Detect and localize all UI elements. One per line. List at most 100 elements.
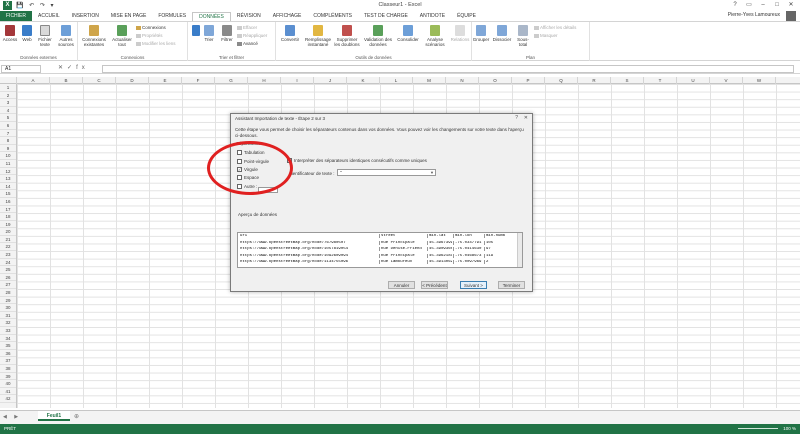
column-header[interactable]: T bbox=[644, 77, 677, 84]
help-icon[interactable]: ? bbox=[515, 115, 518, 121]
access-button[interactable]: Access bbox=[1, 25, 19, 42]
column-header[interactable]: A bbox=[17, 77, 50, 84]
column-header[interactable]: R bbox=[578, 77, 611, 84]
formula-input[interactable] bbox=[102, 65, 794, 73]
row-header[interactable]: 6 bbox=[0, 122, 16, 130]
row-header[interactable]: 2 bbox=[0, 92, 16, 100]
sheet-tab-feuil1[interactable]: Feuil1 bbox=[38, 411, 70, 421]
row-header[interactable]: 10 bbox=[0, 152, 16, 160]
row-header[interactable]: 4 bbox=[0, 107, 16, 115]
text-file-button[interactable]: Fichier texte bbox=[36, 25, 54, 47]
properties-button[interactable]: Propriétés bbox=[136, 33, 163, 38]
previous-button[interactable]: < Précédent bbox=[421, 281, 448, 289]
row-header[interactable]: 8 bbox=[0, 137, 16, 145]
user-name[interactable]: Pierre-Yves Lamoureux bbox=[728, 12, 780, 18]
text-to-columns-button[interactable]: Convertir bbox=[278, 25, 302, 42]
row-header[interactable]: 24 bbox=[0, 259, 16, 267]
reapply-button[interactable]: Réappliquer bbox=[237, 33, 267, 38]
row-header[interactable]: 18 bbox=[0, 213, 16, 221]
row-header[interactable]: 32 bbox=[0, 319, 16, 327]
consolidate-button[interactable]: Consolider bbox=[395, 25, 421, 42]
row-header[interactable]: 26 bbox=[0, 274, 16, 282]
row-header[interactable]: 11 bbox=[0, 160, 16, 168]
tab-fichier[interactable]: FICHIER bbox=[0, 11, 32, 21]
clear-button[interactable]: Effacer bbox=[237, 25, 257, 30]
row-header[interactable]: 23 bbox=[0, 251, 16, 259]
row-header[interactable]: 31 bbox=[0, 312, 16, 320]
close-icon[interactable]: ✕ bbox=[524, 115, 528, 121]
row-header[interactable]: 25 bbox=[0, 266, 16, 274]
column-header[interactable]: M bbox=[413, 77, 446, 84]
row-header[interactable]: 37 bbox=[0, 357, 16, 365]
remove-duplicates-button[interactable]: Supprimer les doublons bbox=[334, 25, 360, 47]
row-header[interactable]: 22 bbox=[0, 243, 16, 252]
row-header[interactable]: 40 bbox=[0, 380, 16, 388]
row-header[interactable]: 15 bbox=[0, 190, 16, 198]
help-icon[interactable]: ? bbox=[728, 0, 742, 11]
advanced-button[interactable]: Avancé bbox=[237, 41, 258, 46]
row-header[interactable]: 38 bbox=[0, 365, 16, 373]
tab-revision[interactable]: RÉVISION bbox=[231, 12, 267, 21]
row-header[interactable]: 17 bbox=[0, 206, 16, 214]
column-header[interactable]: S bbox=[611, 77, 644, 84]
data-preview[interactable]: https://www.openstreetmap.org/node/11347… bbox=[237, 232, 523, 268]
maximize-icon[interactable]: □ bbox=[770, 0, 784, 11]
column-header[interactable]: L bbox=[380, 77, 413, 84]
tab-affichage[interactable]: AFFICHAGE bbox=[267, 12, 308, 21]
relationships-button[interactable]: Relations bbox=[449, 25, 471, 42]
zoom-level[interactable]: 100 % bbox=[783, 426, 796, 431]
row-header[interactable]: 12 bbox=[0, 168, 16, 176]
sort-button[interactable]: Trier bbox=[201, 25, 217, 42]
close-icon[interactable]: ✕ bbox=[784, 0, 798, 11]
row-header[interactable]: 28 bbox=[0, 289, 16, 297]
ribbon-options-icon[interactable]: ▭ bbox=[742, 0, 756, 11]
column-header[interactable]: G bbox=[215, 77, 248, 84]
data-validation-button[interactable]: Validation des données bbox=[362, 25, 394, 47]
column-header[interactable]: J bbox=[314, 77, 347, 84]
row-header[interactable]: 3 bbox=[0, 99, 16, 107]
text-qualifier-select[interactable]: " ▼ bbox=[337, 169, 436, 176]
next-button[interactable]: Suivant > bbox=[460, 281, 487, 289]
column-header[interactable]: U bbox=[677, 77, 710, 84]
row-header[interactable]: 33 bbox=[0, 327, 16, 335]
row-header[interactable]: 36 bbox=[0, 350, 16, 358]
row-header[interactable]: 42 bbox=[0, 395, 16, 403]
row-header[interactable]: 16 bbox=[0, 198, 16, 206]
tab-accueil[interactable]: ACCUEIL bbox=[32, 12, 66, 21]
column-header[interactable]: H bbox=[248, 77, 281, 84]
tab-donnees[interactable]: DONNÉES bbox=[192, 12, 231, 21]
row-header[interactable]: 19 bbox=[0, 221, 16, 229]
sheet-nav-arrows[interactable]: ◀ ▶ bbox=[3, 414, 21, 420]
cancel-icon[interactable]: ✕ bbox=[58, 65, 67, 71]
column-header[interactable]: B bbox=[50, 77, 83, 84]
web-button[interactable]: Web bbox=[19, 25, 35, 42]
tab-formules[interactable]: FORMULES bbox=[152, 12, 192, 21]
row-header[interactable]: 29 bbox=[0, 297, 16, 305]
column-header[interactable]: D bbox=[116, 77, 149, 84]
row-header[interactable]: 9 bbox=[0, 145, 16, 153]
column-header[interactable]: K bbox=[347, 77, 380, 84]
tab-mise-en-page[interactable]: MISE EN PAGE bbox=[105, 12, 152, 21]
hide-detail-button[interactable]: Masquer bbox=[534, 33, 558, 38]
select-all-corner[interactable] bbox=[0, 77, 17, 84]
insert-function-icon[interactable]: fx bbox=[76, 65, 89, 71]
column-header[interactable]: Q bbox=[545, 77, 578, 84]
tab-antidote[interactable]: ANTIDOTE bbox=[414, 12, 451, 21]
column-header[interactable]: W bbox=[743, 77, 776, 84]
row-header[interactable]: 5 bbox=[0, 114, 16, 122]
column-header[interactable]: N bbox=[446, 77, 479, 84]
row-header[interactable]: 1 bbox=[0, 84, 16, 92]
tab-test-de-charge[interactable]: TEST DE CHARGE bbox=[358, 12, 414, 21]
column-header[interactable]: P bbox=[512, 77, 545, 84]
add-sheet-icon[interactable]: ⊕ bbox=[74, 413, 79, 420]
row-header[interactable]: 27 bbox=[0, 281, 16, 290]
column-header[interactable]: V bbox=[710, 77, 743, 84]
tab-equipe[interactable]: ÉQUIPE bbox=[451, 12, 482, 21]
avatar[interactable] bbox=[786, 11, 796, 21]
column-header[interactable]: O bbox=[479, 77, 512, 84]
row-header[interactable]: 35 bbox=[0, 342, 16, 350]
tab-insertion[interactable]: INSERTION bbox=[66, 12, 105, 21]
cancel-button[interactable]: Annuler bbox=[388, 281, 415, 289]
zoom-slider[interactable] bbox=[738, 428, 778, 429]
column-header[interactable]: F bbox=[182, 77, 215, 84]
